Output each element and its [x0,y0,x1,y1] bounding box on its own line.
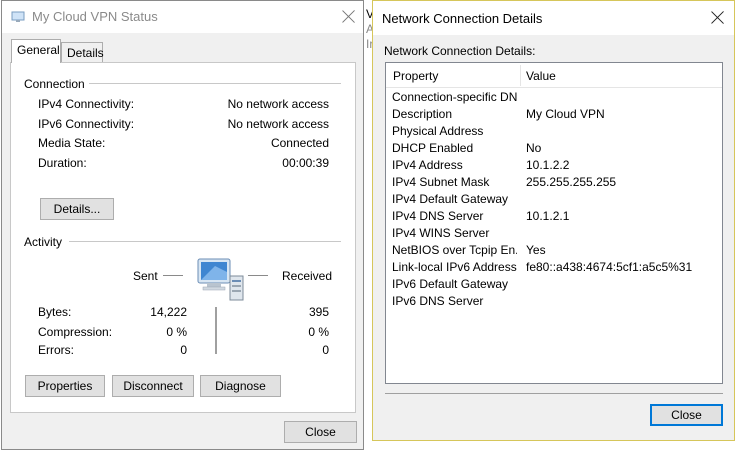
errors-label: Errors: [38,343,74,357]
value-cell: Yes [526,243,546,257]
list-item[interactable]: Link-local IPv6 Address fe80::a438:4674:… [386,259,722,276]
ipv6-connectivity-value: No network access [227,117,329,131]
received-line [248,275,268,276]
bytes-received-value: 395 [308,305,329,319]
list-item[interactable]: IPv6 Default Gateway [386,276,722,293]
tab-general[interactable]: General [11,39,61,63]
column-header-value[interactable]: Value [526,69,556,83]
general-tab-panel: Connection IPv4 Connectivity: No network… [10,62,356,413]
list-item[interactable]: IPv6 DNS Server [386,293,722,310]
duration-label: Duration: [38,156,87,170]
property-cell: DHCP Enabled [392,141,474,155]
details-list[interactable]: Property Value Connection-specific DN...… [385,62,723,384]
list-item[interactable]: IPv4 Default Gateway [386,191,722,208]
compression-received-value: 0 % [308,325,329,339]
sent-line [163,275,183,276]
title-bar[interactable]: My Cloud VPN Status [2,1,363,33]
background-window-fragment: V A Ir [365,0,372,454]
ipv4-connectivity-value: No network access [227,97,329,111]
list-header: Property Value [386,63,722,88]
list-item[interactable]: Physical Address [386,123,722,140]
property-cell: IPv4 Subnet Mask [392,175,490,189]
bytes-sent-value: 14,222 [150,305,187,319]
property-cell: NetBIOS over Tcpip En... [392,243,517,257]
sent-label: Sent [133,269,158,283]
property-cell: IPv4 Default Gateway [392,192,509,206]
property-cell: Connection-specific DN... [392,90,517,104]
list-item[interactable]: IPv4 Subnet Mask 255.255.255.255 [386,174,722,191]
bytes-label: Bytes: [38,305,72,319]
list-item[interactable]: Description My Cloud VPN [386,106,722,123]
column-separator[interactable] [520,65,521,86]
activity-divider [215,307,217,354]
details-subtitle: Network Connection Details: [384,44,536,58]
property-cell: Physical Address [392,124,484,138]
received-label: Received [282,269,333,283]
value-cell: 10.1.2.1 [526,209,570,223]
property-cell: IPv6 Default Gateway [392,277,509,291]
close-button[interactable]: Close [284,421,357,443]
vpn-status-window: My Cloud VPN Status General Details Conn… [1,0,364,450]
disconnect-button[interactable]: Disconnect [112,375,194,397]
media-state-label: Media State: [38,136,106,150]
details-button[interactable]: Details... [40,198,114,220]
property-cell: Link-local IPv6 Address [392,260,517,274]
property-cell: IPv4 DNS Server [392,209,484,223]
duration-value: 00:00:39 [282,156,329,170]
list-item[interactable]: IPv4 WINS Server [386,225,722,242]
tab-details[interactable]: Details [61,42,104,64]
close-icon[interactable] [710,10,726,26]
media-state-value: Connected [270,136,329,150]
list-item[interactable]: Connection-specific DN... [386,89,722,106]
connection-heading: Connection [24,77,89,91]
window-title: My Cloud VPN Status [32,9,158,24]
list-item[interactable]: IPv4 DNS Server 10.1.2.1 [386,208,722,225]
diagnose-button[interactable]: Diagnose [200,375,281,397]
network-connection-details-window: Network Connection Details Network Conne… [372,0,735,441]
errors-received-value: 0 [322,343,329,357]
property-cell: IPv4 Address [392,158,463,172]
computer-network-icon [195,256,247,304]
list-item[interactable]: IPv4 Address 10.1.2.2 [386,157,722,174]
network-icon [11,10,25,24]
close-icon[interactable] [341,9,357,25]
window-title: Network Connection Details [382,11,543,26]
footer-divider [385,393,723,394]
ipv6-connectivity-label: IPv6 Connectivity: [38,117,135,131]
compression-sent-value: 0 % [166,325,187,339]
property-cell: Description [392,107,453,121]
property-cell: IPv4 WINS Server [392,226,490,240]
ipv4-connectivity-label: IPv4 Connectivity: [38,97,135,111]
property-cell: IPv6 DNS Server [392,294,484,308]
close-button[interactable]: Close [650,404,723,426]
value-cell: 10.1.2.2 [526,158,570,172]
value-cell: fe80::a438:4674:5cf1:a5c5%31 [526,260,693,274]
list-item[interactable]: DHCP Enabled No [386,140,722,157]
compression-label: Compression: [38,325,113,339]
column-header-property[interactable]: Property [393,69,438,83]
title-bar[interactable]: Network Connection Details [373,1,734,35]
errors-sent-value: 0 [180,343,187,357]
value-cell: No [526,141,542,155]
group-divider [81,83,341,84]
list-item[interactable]: NetBIOS over Tcpip En... Yes [386,242,722,259]
group-divider [69,241,341,242]
properties-button[interactable]: Properties [25,375,105,397]
value-cell: My Cloud VPN [526,107,605,121]
value-cell: 255.255.255.255 [526,175,617,189]
activity-heading: Activity [24,235,67,249]
